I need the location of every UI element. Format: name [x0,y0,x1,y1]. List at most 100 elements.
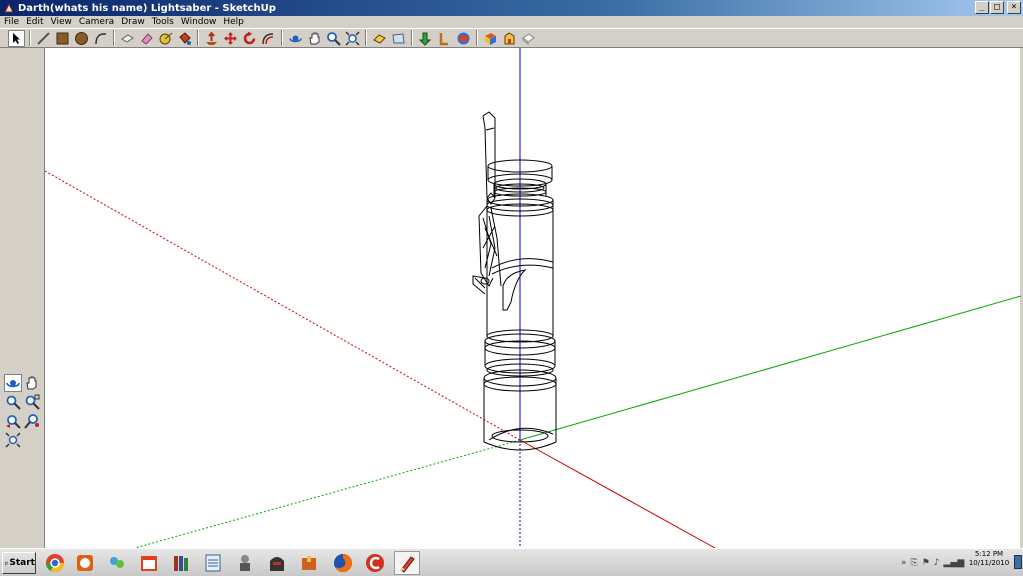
get-models-icon [457,32,470,44]
orbit-tool-button[interactable] [287,30,304,47]
taskbar-sketchup[interactable] [394,551,420,575]
signal-icon[interactable]: ▂▄▆ [944,558,965,568]
google-earth-button[interactable] [417,30,434,47]
clock-date: 10/11/2010 [968,559,1010,567]
taskbar-firefox[interactable] [330,551,356,575]
next-view-button[interactable] [390,30,407,47]
taskbar-media-player[interactable] [72,551,98,575]
zoom-window-icon [25,394,40,410]
close-button[interactable]: × [1007,1,1021,14]
window-title: Darth(whats his name) Lightsaber - Sketc… [18,2,276,14]
taskbar-game-a[interactable] [232,551,258,575]
taskbar-ccleaner[interactable] [362,551,388,575]
pan-icon [309,32,320,44]
taskbar-game-b[interactable] [264,551,290,575]
model-canvas[interactable] [45,48,1021,548]
menu-window[interactable]: Window [181,17,217,27]
red-axis-positive [519,439,716,548]
taskbar-game-c[interactable] [296,551,322,575]
menu-camera[interactable]: Camera [79,17,114,27]
rotate-icon [243,31,256,44]
share-model-button[interactable] [482,30,499,47]
offset-icon [262,32,274,44]
tape-measure-button[interactable] [157,30,174,47]
toolbar-separator [113,30,115,46]
line-icon [37,31,50,45]
3d-warehouse-icon [522,32,535,45]
3d-warehouse-button[interactable] [520,30,537,47]
system-clock[interactable]: 5:12 PM 10/11/2010 [967,550,1011,568]
rotate-tool-button[interactable] [241,30,258,47]
toolbar-separator [365,30,367,46]
palette-zoom-extents-button[interactable] [4,431,22,449]
menu-tools[interactable]: Tools [152,17,174,27]
taskbar-calendar[interactable] [136,551,162,575]
taskbar-messenger[interactable] [104,551,130,575]
palette-orbit-button[interactable] [4,374,22,392]
palette-zoom-button[interactable] [4,393,22,411]
books-icon [174,556,188,571]
toolbar-separator [281,30,283,46]
google-earth-icon [418,32,432,46]
title-bar[interactable]: Darth(whats his name) Lightsaber - Sketc… [0,0,1023,16]
zoom-extents-icon [345,30,360,46]
minimize-button[interactable]: _ [975,1,989,14]
arc-tool-button[interactable] [92,30,109,47]
previous-view-icon [373,33,386,44]
network-tray-icon[interactable]: ⎘ [911,558,918,568]
palette-zoom-window-button[interactable] [23,393,41,411]
menu-file[interactable]: File [4,17,19,27]
next-view-icon [392,32,405,43]
zoom-icon [6,395,21,410]
taskbar-books[interactable] [168,551,194,575]
menu-bar: File Edit View Camera Draw Tools Window … [0,16,1023,28]
eraser-tool-button[interactable] [138,30,155,47]
add-location-icon [439,32,448,45]
circle-tool-button[interactable] [73,30,90,47]
eraser-icon [141,32,153,45]
green-axis-positive [519,295,1021,441]
zoom-extents-button[interactable] [344,30,361,47]
notepad-icon [205,554,221,572]
pan-tool-button[interactable] [306,30,323,47]
paint-bucket-button[interactable] [176,30,193,47]
palette-position-camera-button[interactable] [23,412,41,430]
previous-view-button[interactable] [371,30,388,47]
palette-previous-button[interactable] [4,412,22,430]
menu-view[interactable]: View [51,17,72,27]
make-component-button[interactable] [119,30,136,47]
palette-pan-button[interactable] [23,374,41,392]
start-button[interactable]: Start [2,552,36,574]
drawing-viewport[interactable] [44,48,1021,548]
select-tool-button[interactable] [8,29,25,47]
components-button[interactable] [501,30,518,47]
zoom-icon [327,31,341,46]
menu-help[interactable]: Help [223,17,244,27]
messenger-icon [110,557,124,568]
tape-measure-icon [159,32,173,44]
zoom-tool-button[interactable] [325,30,342,47]
move-tool-button[interactable] [222,30,239,47]
share-model-icon [485,32,496,45]
taskbar-chrome[interactable] [42,551,68,575]
tray-expand-icon[interactable]: » [901,558,907,568]
push-pull-button[interactable] [203,30,220,47]
offset-tool-button[interactable] [260,30,277,47]
rectangle-tool-button[interactable] [54,30,71,47]
push-pull-icon [206,30,217,45]
get-models-button[interactable] [455,30,472,47]
volume-icon[interactable]: ♪ [934,558,940,568]
line-tool-button[interactable] [35,30,52,47]
menu-edit[interactable]: Edit [26,17,43,27]
action-center-icon[interactable]: ⚑ [922,558,930,568]
main-toolbar [0,28,1023,48]
lightsaber-model[interactable] [472,111,557,451]
taskbar-notepad[interactable] [200,551,226,575]
make-component-icon [121,33,134,43]
menu-draw[interactable]: Draw [121,17,145,27]
move-icon [224,31,237,45]
camera-tool-palette [2,372,42,452]
show-desktop-button[interactable] [1014,555,1022,569]
maximize-button[interactable]: □ [990,1,1004,14]
add-location-button[interactable] [436,30,453,47]
